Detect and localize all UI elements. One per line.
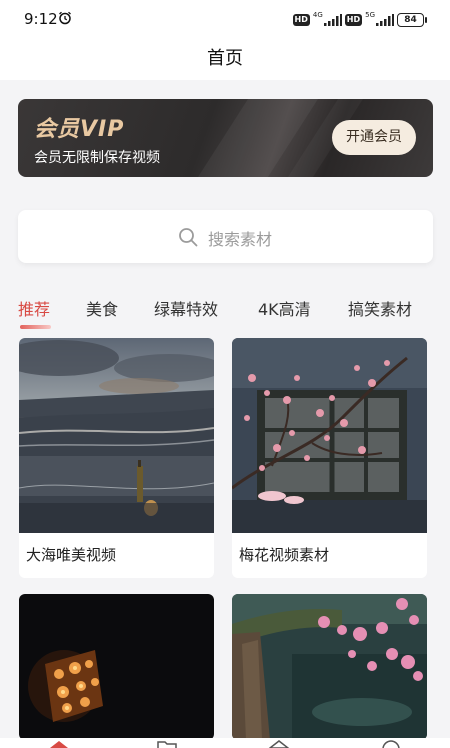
status-bar: 9:12 HD 4G HD 5G 84	[0, 0, 450, 40]
page-title: 首页	[207, 48, 243, 69]
tab-funny[interactable]: 搞笑素材	[348, 296, 412, 320]
video-title: 梅花视频素材	[239, 546, 330, 564]
battery-icon: 84	[397, 13, 427, 27]
tab-4k[interactable]: 4K高清	[258, 296, 311, 320]
tab-green-screen[interactable]: 绿幕特效	[154, 296, 218, 320]
home-nav-icon[interactable]	[48, 740, 70, 748]
profile-nav-icon[interactable]	[380, 740, 402, 748]
search-input[interactable]: 搜索素材	[18, 210, 433, 263]
video-card[interactable]	[232, 594, 427, 740]
video-card[interactable]	[19, 594, 214, 740]
folder-nav-icon[interactable]	[156, 740, 178, 748]
signal-icon-2	[376, 14, 394, 26]
video-card[interactable]: 梅花视频素材	[232, 338, 427, 578]
explore-nav-icon[interactable]	[268, 740, 290, 748]
network-type-label-2: 5G	[365, 11, 375, 19]
open-vip-button[interactable]: 开通会员	[332, 120, 416, 155]
plum-blossom-window-image	[232, 338, 427, 533]
video-card[interactable]: 大海唯美视频	[19, 338, 214, 578]
hd-badge: HD	[292, 14, 310, 26]
status-time: 9:12	[24, 10, 58, 28]
hd-badge-2: HD	[344, 14, 363, 26]
candle-lantern-night-image	[19, 594, 214, 740]
search-icon	[179, 228, 198, 247]
active-tab-indicator	[20, 325, 51, 329]
search-placeholder: 搜索素材	[208, 230, 273, 249]
status-indicators: HD 4G HD 5G 84	[292, 11, 427, 28]
vip-subtitle: 会员无限制保存视频	[34, 150, 160, 166]
tab-food[interactable]: 美食	[86, 296, 118, 320]
sunset-sea-beach-image	[19, 338, 214, 533]
plum-blossom-cliff-image	[232, 594, 427, 740]
network-type-label: 4G	[312, 11, 323, 19]
vip-banner[interactable]: 会员VIP 会员无限制保存视频 开通会员	[18, 99, 433, 177]
vip-title: 会员VIP	[34, 117, 125, 142]
category-tabs: 推荐 美食 绿幕特效 4K高清 搞笑素材	[0, 292, 450, 332]
tab-recommended[interactable]: 推荐	[18, 296, 50, 320]
alarm-clock-icon	[59, 11, 71, 25]
video-title: 大海唯美视频	[26, 546, 117, 564]
app-header: 首页	[0, 40, 450, 80]
signal-icon	[323, 14, 342, 26]
